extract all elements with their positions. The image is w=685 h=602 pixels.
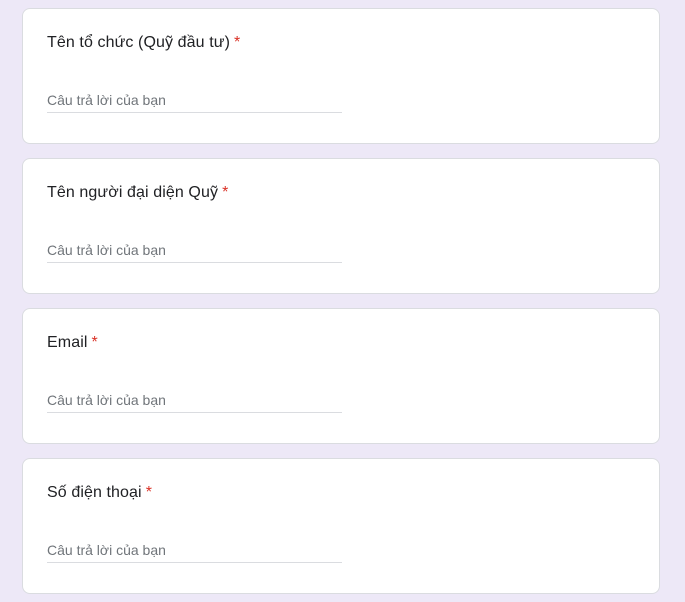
required-asterisk: * — [222, 184, 229, 201]
question-title: Tên người đại diện Quỹ * — [47, 184, 228, 202]
question-card-organization-name: Tên tổ chức (Quỹ đầu tư) * — [22, 8, 660, 144]
required-asterisk: * — [145, 484, 153, 501]
question-title-text: Số điện thoại — [47, 484, 142, 501]
question-card-phone-number: Số điện thoại * — [22, 458, 660, 594]
email-input[interactable] — [47, 387, 342, 413]
question-title: Email * — [47, 334, 98, 352]
question-title: Tên tổ chức (Quỹ đầu tư) * — [47, 34, 240, 52]
question-title-text: Tên tổ chức (Quỹ đầu tư) — [47, 34, 231, 51]
phone-number-input[interactable] — [47, 537, 342, 563]
question-card-representative-name: Tên người đại diện Quỹ * — [22, 158, 660, 294]
question-title-text: Tên người đại diện Quỹ — [47, 184, 219, 201]
question-title: Số điện thoại * — [47, 484, 152, 502]
organization-name-input[interactable] — [47, 87, 342, 113]
representative-name-input[interactable] — [47, 237, 342, 263]
required-asterisk: * — [234, 34, 241, 51]
question-card-email: Email * — [22, 308, 660, 444]
required-asterisk: * — [91, 334, 98, 351]
question-title-text: Email — [47, 334, 88, 351]
